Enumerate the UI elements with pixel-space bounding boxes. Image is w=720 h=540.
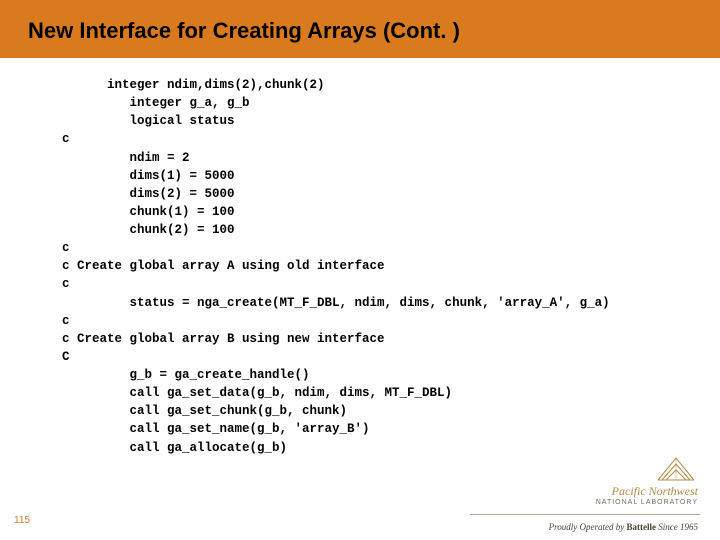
code-listing: integer ndim,dims(2),chunk(2) integer g_… <box>0 58 720 457</box>
code-line: integer ndim,dims(2),chunk(2) <box>62 78 325 92</box>
code-line: c <box>62 241 70 255</box>
code-line: integer g_a, g_b <box>62 96 250 110</box>
code-line: call ga_set_name(g_b, 'array_B') <box>62 422 370 436</box>
page-number: 115 <box>14 515 30 526</box>
footer-divider <box>470 514 700 515</box>
code-line: chunk(2) = 100 <box>62 223 235 237</box>
operated-suffix: Since 1965 <box>656 522 698 532</box>
page-title: New Interface for Creating Arrays (Cont.… <box>28 18 720 44</box>
code-line: logical status <box>62 114 235 128</box>
lab-logo-icon <box>656 452 698 484</box>
code-line: dims(2) = 5000 <box>62 187 235 201</box>
lab-main-text: Pacific Northwest <box>596 484 698 499</box>
code-line: chunk(1) = 100 <box>62 205 235 219</box>
header-bar: New Interface for Creating Arrays (Cont.… <box>0 0 720 58</box>
code-line: c <box>62 277 70 291</box>
code-line: c Create global array B using new interf… <box>62 332 385 346</box>
operated-brand: Battelle <box>627 522 657 532</box>
code-line: dims(1) = 5000 <box>62 169 235 183</box>
code-line: ndim = 2 <box>62 151 190 165</box>
code-line: c <box>62 132 70 146</box>
code-line: c <box>62 314 70 328</box>
code-line: g_b = ga_create_handle() <box>62 368 310 382</box>
code-line: call ga_allocate(g_b) <box>62 441 287 455</box>
code-line: c Create global array A using old interf… <box>62 259 385 273</box>
code-line: call ga_set_chunk(g_b, chunk) <box>62 404 347 418</box>
operated-prefix: Proudly Operated by <box>549 522 627 532</box>
lab-sub-text: NATIONAL LABORATORY <box>596 499 698 506</box>
footer: Pacific Northwest NATIONAL LABORATORY Pr… <box>470 460 720 540</box>
code-line: status = nga_create(MT_F_DBL, ndim, dims… <box>62 296 610 310</box>
operated-by-text: Proudly Operated by Battelle Since 1965 <box>549 522 698 532</box>
lab-name: Pacific Northwest NATIONAL LABORATORY <box>596 484 698 506</box>
code-line: C <box>62 350 70 364</box>
code-line: call ga_set_data(g_b, ndim, dims, MT_F_D… <box>62 386 452 400</box>
